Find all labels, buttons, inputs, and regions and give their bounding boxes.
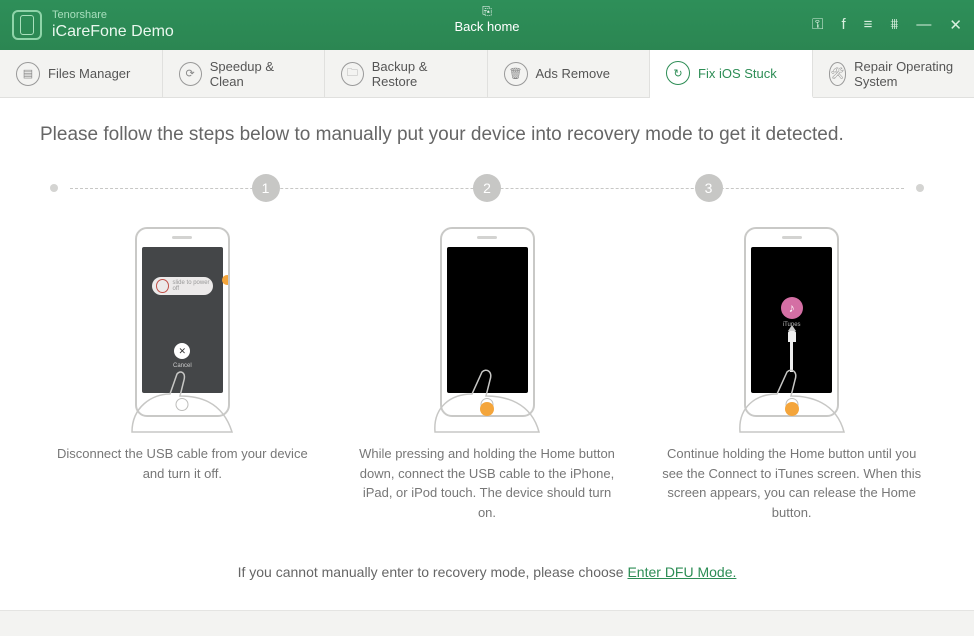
tab-speedup-clean[interactable]: ⟳ Speedup & Clean [163,50,326,97]
status-bar [0,610,974,636]
tab-label: Backup & Restore [372,59,471,89]
tab-backup-restore[interactable]: 🗀 Backup & Restore [325,50,488,97]
logo-text: Tenorshare iCareFone Demo [52,9,174,41]
ads-icon: 🗑 [504,62,528,86]
repair-icon: 🛠 [829,62,847,86]
tab-repair-os[interactable]: 🛠 Repair Operating System [813,50,974,97]
back-home-button[interactable]: ⎘ Back home [454,4,519,34]
speedup-icon: ⟳ [179,62,202,86]
menu-icon[interactable]: ≡ [864,16,873,34]
cancel-label: Cancel [142,363,223,369]
steps-row: slide to power off ✕ Cancel Disconnect t… [40,222,934,522]
facebook-icon[interactable]: f [841,16,845,34]
step-1: slide to power off ✕ Cancel Disconnect t… [40,222,325,522]
back-home-icon: ⎘ [454,4,519,19]
tab-files-manager[interactable]: ▤ Files Manager [0,50,163,97]
itunes-icon: ♪ [781,297,803,319]
stepper-end-dot [916,184,924,192]
tab-fix-ios-stuck[interactable]: ↻ Fix iOS Stuck [650,50,813,98]
tab-label: Files Manager [48,66,130,81]
footer-text: If you cannot manually enter to recovery… [238,564,628,580]
fix-icon: ↻ [666,61,690,85]
app-logo: Tenorshare iCareFone Demo [12,9,174,41]
cancel-x-icon: ✕ [174,343,190,359]
minimize-icon[interactable]: — [916,16,931,34]
step-indicator: 1 2 3 [50,174,924,202]
stepper-start-dot [50,184,58,192]
window-controls: ⚿ f ≡ ⩩ — ✕ [812,16,962,34]
brand-name: Tenorshare [52,9,174,22]
tab-label: Speedup & Clean [210,59,308,89]
tab-label: Repair Operating System [854,59,958,89]
step-2-text: While pressing and holding the Home butt… [357,444,617,522]
tab-label: Fix iOS Stuck [698,66,777,81]
step-2-illustration [440,222,535,422]
step-number-1: 1 [252,174,280,202]
step-3-text: Continue holding the Home button until y… [662,444,922,522]
back-home-label: Back home [454,19,519,34]
phone-logo-icon [12,10,42,40]
enter-dfu-mode-link[interactable]: Enter DFU Mode. [627,564,736,580]
hand-icon [427,372,547,432]
close-icon[interactable]: ✕ [949,16,962,34]
page-heading: Please follow the steps below to manuall… [40,124,934,146]
step-3-illustration: ♪ iTunes [744,222,839,422]
step-number-2: 2 [473,174,501,202]
files-icon: ▤ [16,62,40,86]
usb-cable-icon [788,331,796,371]
tab-bar: ▤ Files Manager ⟳ Speedup & Clean 🗀 Back… [0,50,974,98]
step-1-text: Disconnect the USB cable from your devic… [52,444,312,483]
tab-ads-remove[interactable]: 🗑 Ads Remove [488,50,651,97]
tab-label: Ads Remove [536,66,610,81]
hand-icon [122,372,242,432]
content-area: Please follow the steps below to manuall… [0,98,974,610]
step-1-illustration: slide to power off ✕ Cancel [135,222,230,422]
product-title: iCareFone Demo [52,22,174,41]
slide-to-power-off: slide to power off [152,277,213,295]
key-icon[interactable]: ⚿ [812,16,823,34]
backup-icon: 🗀 [341,62,364,86]
cart-icon[interactable]: ⩩ [890,16,898,34]
footer-hint: If you cannot manually enter to recovery… [40,546,934,598]
power-button-touch-icon [222,275,230,285]
step-3: ♪ iTunes Continue holding the Home butto… [649,222,934,522]
step-2: While pressing and holding the Home butt… [345,222,630,522]
step-number-3: 3 [695,174,723,202]
hand-icon [732,372,852,432]
app-header: Tenorshare iCareFone Demo ⎘ Back home ⚿ … [0,0,974,50]
